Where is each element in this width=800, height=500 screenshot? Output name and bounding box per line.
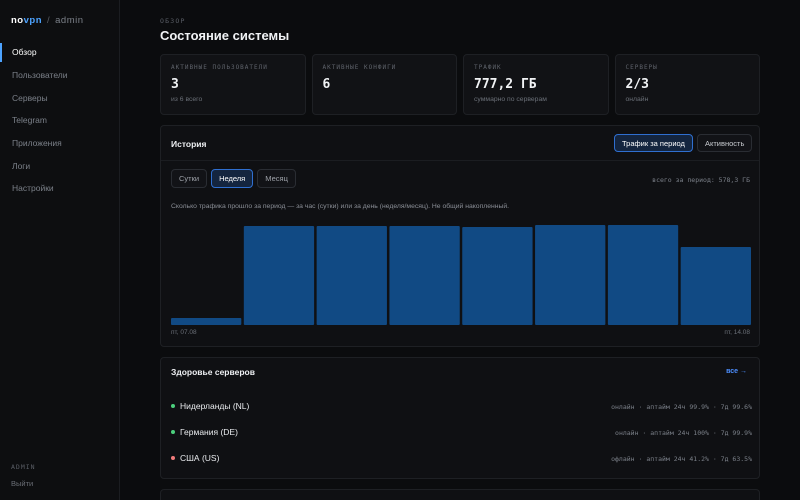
stats-row: АКТИВНЫЕ ПОЛЬЗОВАТЕЛИ 3 из 6 всего АКТИВ… <box>160 54 760 115</box>
stat-value: 3 <box>171 77 179 92</box>
period-total: всего за период: 578,3 ГБ <box>652 176 750 184</box>
status-dot <box>171 404 175 408</box>
chart-bar <box>243 226 315 325</box>
server-name: Германия (DE) <box>180 427 238 437</box>
server-name: США (US) <box>180 453 220 463</box>
page-title: Состояние системы <box>160 28 290 43</box>
server-health-card: Здоровье серверов все → Нидерланды (NL) … <box>160 357 760 479</box>
chart-bar <box>389 226 460 325</box>
stat-label: АКТИВНЫЕ ПОЛЬЗОВАТЕЛИ <box>171 64 268 71</box>
sidebar-item-overview[interactable]: Обзор <box>0 41 120 64</box>
server-row[interactable]: Нидерланды (NL) онлайн · аптайм 24ч 99.9… <box>161 393 761 419</box>
stat-value: 6 <box>322 77 331 92</box>
sidebar-footer: ADMIN Выйти <box>11 463 36 488</box>
stat-value: 2/3 <box>625 77 649 92</box>
sidebar: novpn / admin Обзор Пользователи Серверы T… <box>0 0 120 500</box>
traffic-period-toggle[interactable]: Трафик за период <box>614 134 693 152</box>
server-meta: офлайн · аптайм 24ч 41.2% · 7д 63.5% <box>611 455 752 463</box>
status-dot <box>171 430 175 434</box>
stat-card-active-users: АКТИВНЫЕ ПОЛЬЗОВАТЕЛИ 3 из 6 всего <box>160 54 306 115</box>
tab-week[interactable]: Неделя <box>211 169 254 188</box>
chart-bar <box>607 225 679 325</box>
logo-area: admin <box>55 15 84 26</box>
chart-bar <box>171 318 242 325</box>
server-row[interactable]: США (US) офлайн · аптайм 24ч 41.2% · 7д … <box>161 445 761 471</box>
logo-part-no: no <box>11 15 24 26</box>
stat-label: СЕРВЕРЫ <box>625 64 658 71</box>
history-title: История <box>171 139 207 149</box>
sidebar-item-telegram[interactable]: Telegram <box>0 109 120 132</box>
sidebar-item-servers[interactable]: Серверы <box>0 86 120 109</box>
stat-card-traffic: ТРАФИК 777,2 ГБ суммарно по серверам <box>463 54 609 115</box>
sidebar-nav: Обзор Пользователи Серверы Telegram Прил… <box>0 41 120 200</box>
server-meta: онлайн · аптайм 24ч 100% · 7д 99.9% <box>615 429 752 437</box>
history-header: История Трафик за период Активность <box>161 126 759 161</box>
stat-value: 777,2 ГБ <box>474 77 537 92</box>
server-name: Нидерланды (NL) <box>180 401 250 411</box>
health-title: Здоровье серверов <box>171 367 255 377</box>
stat-sub: онлайн <box>625 96 649 103</box>
logout-link[interactable]: Выйти <box>11 479 36 488</box>
next-card <box>160 489 760 500</box>
user-role: ADMIN <box>11 463 36 471</box>
logo-part-vpn: vpn <box>23 15 42 26</box>
period-tabs: Сутки Неделя Месяц <box>171 169 296 188</box>
all-servers-link[interactable]: все → <box>726 368 747 375</box>
stat-label: АКТИВНЫЕ КОНФИГИ <box>322 64 397 71</box>
server-meta: онлайн · аптайм 24ч 99.9% · 7д 99.6% <box>611 403 752 411</box>
stat-card-active-configs: АКТИВНЫЕ КОНФИГИ 6 <box>311 54 457 115</box>
traffic-chart <box>171 222 751 325</box>
stat-sub: из 6 всего <box>171 96 203 103</box>
activity-toggle[interactable]: Активность <box>697 134 753 152</box>
logo[interactable]: novpn / admin <box>11 15 84 26</box>
chart-bar <box>462 227 533 325</box>
x-tick-start: пт, 07.08 <box>171 329 197 336</box>
traffic-bars <box>171 225 751 325</box>
chart-bar <box>680 247 751 325</box>
server-row[interactable]: Германия (DE) онлайн · аптайм 24ч 100% ·… <box>161 419 761 445</box>
sidebar-item-settings[interactable]: Настройки <box>0 177 120 200</box>
chart-bar <box>535 225 606 325</box>
status-dot <box>171 456 175 460</box>
tab-month[interactable]: Месяц <box>257 169 296 188</box>
page-eyebrow: ОБЗОР <box>160 17 186 25</box>
stat-card-servers: СЕРВЕРЫ 2/3 онлайн <box>614 54 760 115</box>
x-tick-end: пт, 14.08 <box>724 329 750 336</box>
stat-label: ТРАФИК <box>474 64 502 71</box>
logo-separator: / <box>47 15 51 26</box>
history-card: История Трафик за период Активность Сутк… <box>160 125 760 347</box>
sidebar-item-logs[interactable]: Логи <box>0 154 120 177</box>
sidebar-item-users[interactable]: Пользователи <box>0 64 120 87</box>
stat-sub: суммарно по серверам <box>474 96 547 103</box>
sidebar-item-apps[interactable]: Приложения <box>0 132 120 155</box>
chart-bar <box>316 226 387 325</box>
chart-hint: Сколько трафика прошло за период — за ча… <box>171 203 510 210</box>
tab-day[interactable]: Сутки <box>171 169 208 188</box>
